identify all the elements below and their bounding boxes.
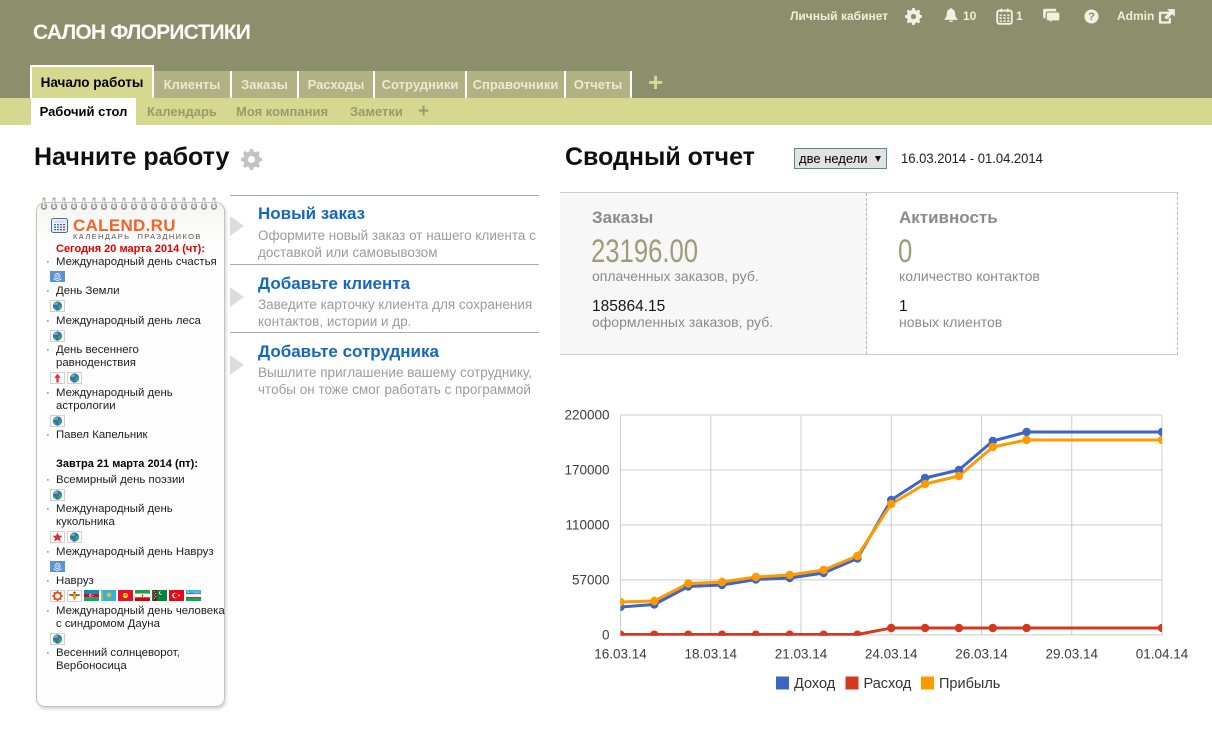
svg-text:57000: 57000 <box>572 572 610 587</box>
svg-text:220000: 220000 <box>564 408 609 423</box>
svg-text:110000: 110000 <box>565 518 609 533</box>
svg-text:01.04.14: 01.04.14 <box>1136 647 1189 662</box>
svg-text:16.03.14: 16.03.14 <box>594 647 647 662</box>
svg-text:26.03.14: 26.03.14 <box>955 647 1008 662</box>
svg-text:0: 0 <box>602 627 610 642</box>
svg-text:170000: 170000 <box>564 463 609 478</box>
svg-text:?: ? <box>1088 11 1095 23</box>
svg-text:Доход: Доход <box>794 676 836 692</box>
svg-text:24.03.14: 24.03.14 <box>865 647 918 662</box>
svg-text:Расход: Расход <box>864 676 912 692</box>
svg-text:18.03.14: 18.03.14 <box>685 647 738 662</box>
svg-text:21.03.14: 21.03.14 <box>775 647 828 662</box>
svg-text:29.03.14: 29.03.14 <box>1046 647 1099 662</box>
svg-text:Прибыль: Прибыль <box>939 676 1000 692</box>
